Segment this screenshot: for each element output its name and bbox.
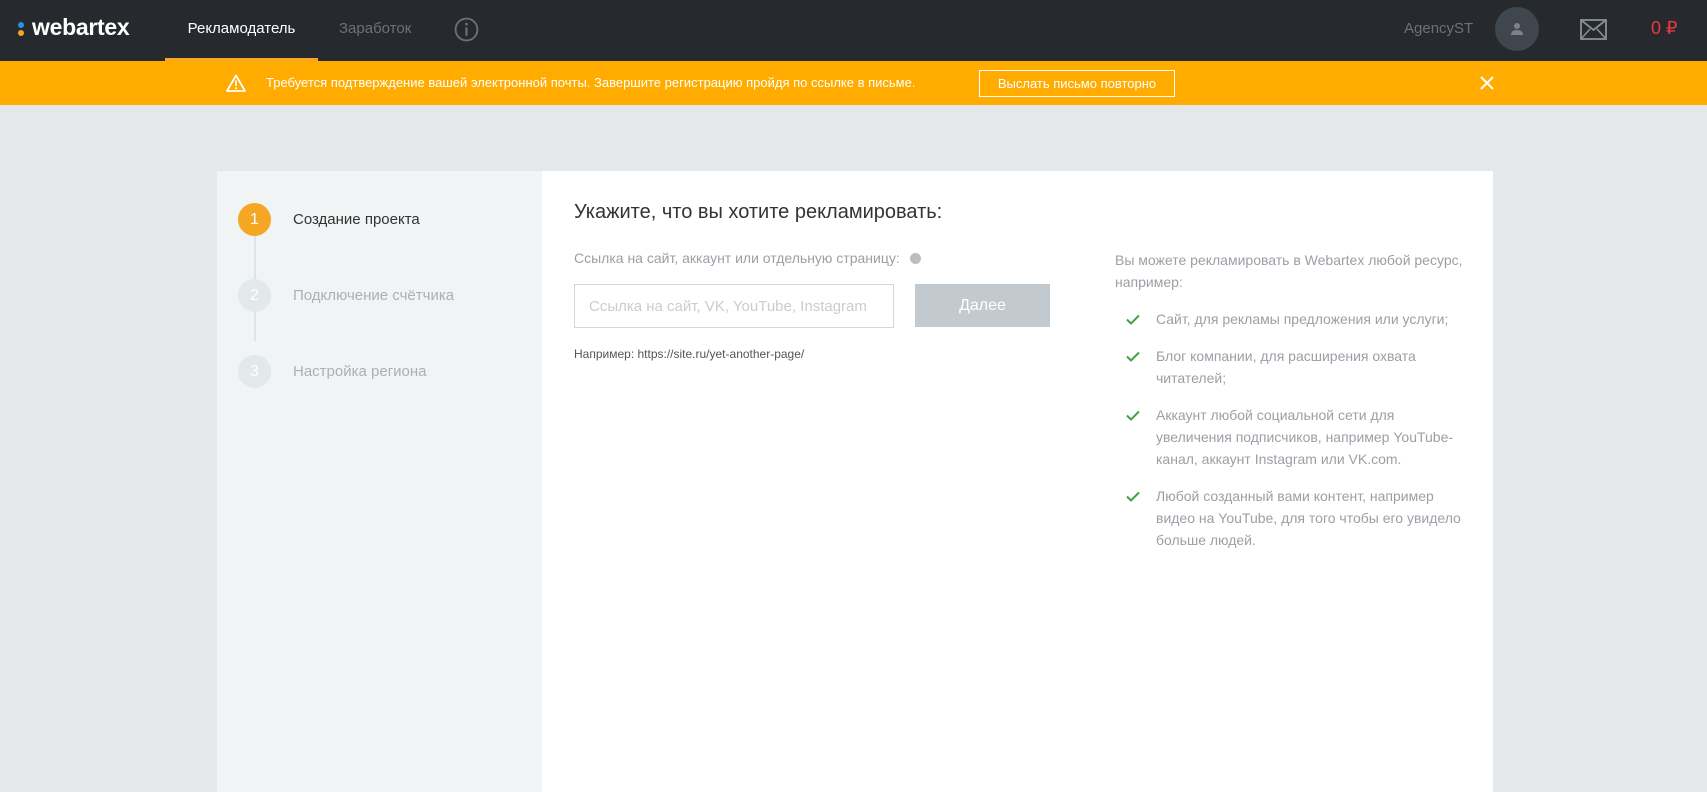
- check-icon: [1126, 491, 1140, 502]
- avatar[interactable]: [1495, 7, 1539, 51]
- list-item: Любой созданный вами контент, например в…: [1115, 485, 1465, 551]
- step-create-project[interactable]: 1 Создание проекта: [238, 203, 420, 236]
- step-label: Настройка региона: [293, 363, 427, 380]
- step-number: 3: [238, 355, 271, 388]
- list-item-text: Блог компании, для расширения охвата чит…: [1156, 348, 1416, 386]
- step-label: Создание проекта: [293, 211, 420, 228]
- logo-text: webartex: [32, 14, 130, 40]
- check-icon: [1126, 351, 1140, 362]
- email-confirmation-banner: Требуется подтверждение вашей электронно…: [0, 61, 1707, 105]
- banner-message: Требуется подтверждение вашей электронно…: [266, 75, 916, 90]
- list-item: Сайт, для рекламы предложения или услуги…: [1115, 308, 1465, 330]
- step-number: 2: [238, 279, 271, 312]
- wizard-steps-panel: 1 Создание проекта 2 Подключение счётчик…: [217, 171, 542, 792]
- project-wizard-card: 1 Создание проекта 2 Подключение счётчик…: [217, 171, 1493, 792]
- resend-email-button[interactable]: Выслать письмо повторно: [979, 70, 1175, 97]
- list-item-text: Сайт, для рекламы предложения или услуги…: [1156, 311, 1449, 327]
- step-region-settings[interactable]: 3 Настройка региона: [238, 355, 427, 388]
- step-number: 1: [238, 203, 271, 236]
- info-icon[interactable]: [454, 17, 479, 42]
- step-label: Подключение счётчика: [293, 287, 455, 304]
- advertising-examples: Вы можете рекламировать в Webartex любой…: [1115, 249, 1465, 566]
- user-icon: [1511, 23, 1523, 35]
- examples-list: Сайт, для рекламы предложения или услуги…: [1115, 308, 1465, 551]
- balance-amount[interactable]: 0 ₽: [1651, 18, 1677, 39]
- next-button[interactable]: Далее: [915, 284, 1050, 327]
- step-connect-counter[interactable]: 2 Подключение счётчика: [238, 279, 454, 312]
- check-icon: [1126, 410, 1140, 421]
- warning-icon: [226, 74, 246, 92]
- tab-earnings[interactable]: Заработок: [339, 0, 411, 61]
- top-navigation-bar: webartex Рекламодатель Заработок AgencyS…: [0, 0, 1707, 61]
- help-icon[interactable]: [909, 252, 921, 264]
- mail-icon[interactable]: [1580, 19, 1607, 40]
- close-icon[interactable]: [1479, 75, 1495, 91]
- examples-intro: Вы можете рекламировать в Webartex любой…: [1115, 252, 1463, 290]
- logo-dots-icon: [18, 19, 26, 37]
- list-item: Аккаунт любой социальной сети для увелич…: [1115, 404, 1465, 470]
- url-field-label: Ссылка на сайт, аккаунт или отдельную ст…: [574, 250, 921, 266]
- list-item: Блог компании, для расширения охвата чит…: [1115, 345, 1465, 389]
- tab-advertiser[interactable]: Рекламодатель: [165, 0, 318, 61]
- webartex-logo[interactable]: webartex: [18, 14, 130, 41]
- list-item-text: Любой созданный вами контент, например в…: [1156, 488, 1461, 548]
- check-icon: [1126, 314, 1140, 325]
- user-name[interactable]: AgencyST: [1404, 20, 1473, 37]
- url-field-label-text: Ссылка на сайт, аккаунт или отдельную ст…: [574, 250, 900, 266]
- form-title: Укажите, что вы хотите рекламировать:: [574, 201, 943, 223]
- url-input[interactable]: [574, 284, 894, 328]
- list-item-text: Аккаунт любой социальной сети для увелич…: [1156, 407, 1454, 467]
- url-example-hint: Например: https://site.ru/yet-another-pa…: [574, 347, 805, 361]
